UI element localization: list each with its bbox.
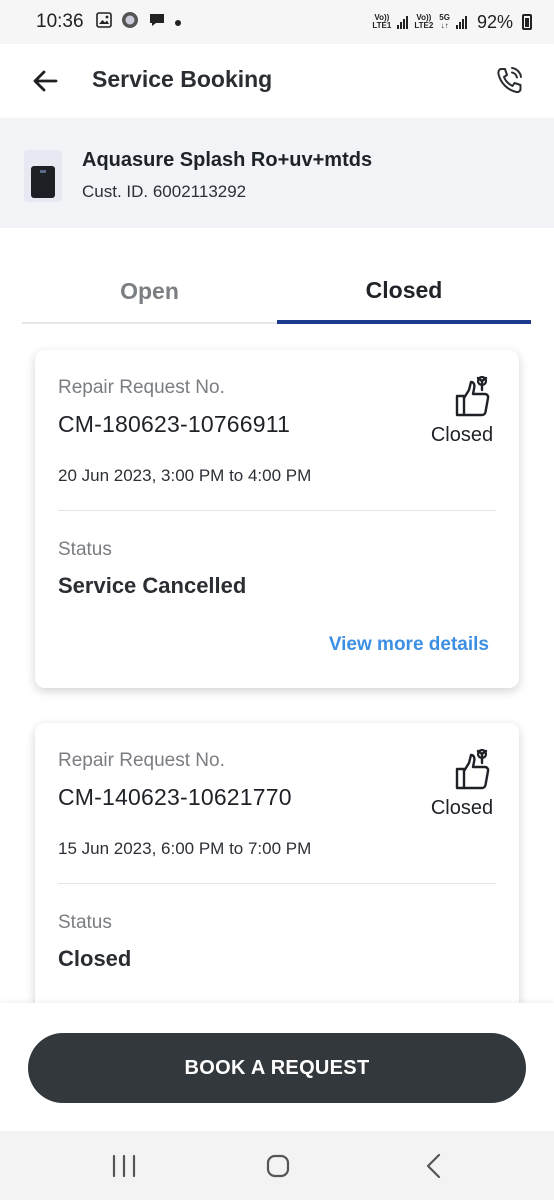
- status-label: Status: [58, 539, 112, 560]
- request-number: CM-140623-10621770: [58, 784, 292, 810]
- arrow-left-icon: [33, 70, 58, 92]
- status-indicators: Vo)) LTE1 Vo)) LTE2 5G ↓↑ 92%: [372, 12, 532, 33]
- signal-2-icon: [455, 15, 467, 29]
- tab-open[interactable]: Open: [22, 260, 277, 324]
- app-notification-icon: [121, 11, 139, 34]
- home-icon: [266, 1154, 290, 1178]
- request-date: 15 Jun 2023, 6:00 PM to 7:00 PM: [58, 839, 312, 858]
- network-type-indicator: 5G ↓↑: [439, 13, 450, 30]
- chat-notification-icon: [148, 12, 166, 33]
- request-date: 20 Jun 2023, 3:00 PM to 4:00 PM: [58, 466, 312, 485]
- request-number-label: Repair Request No.: [58, 750, 225, 771]
- call-button[interactable]: [494, 64, 526, 98]
- status-tabs: Open Closed: [22, 260, 531, 324]
- request-card[interactable]: Repair Request No. CM-180623-10766911 Cl…: [35, 350, 519, 688]
- dot-icon: [174, 13, 181, 31]
- tab-closed[interactable]: Closed: [277, 260, 531, 324]
- signal-1-icon: [397, 15, 409, 29]
- sim2-label: LTE2: [414, 21, 434, 30]
- repair-thumbs-up-icon: [453, 375, 493, 418]
- bottom-action-bar: BOOK A REQUEST: [0, 1003, 554, 1131]
- battery-icon: [522, 14, 532, 30]
- divider: [58, 883, 496, 884]
- status-value: Closed: [58, 946, 132, 971]
- view-more-details-link[interactable]: View more details: [329, 634, 489, 656]
- recent-apps-icon: [112, 1154, 136, 1178]
- status-badge: Closed: [430, 797, 494, 819]
- customer-id: Cust. ID. 6002113292: [82, 182, 247, 201]
- sim2-indicator: Vo)) LTE2: [414, 13, 434, 30]
- recent-apps-button[interactable]: [104, 1151, 144, 1181]
- back-button[interactable]: [30, 66, 64, 96]
- system-nav-bar: [0, 1131, 554, 1200]
- request-number-label: Repair Request No.: [58, 377, 225, 398]
- status-badge: Closed: [430, 424, 494, 446]
- status-bar: 10:36 Vo)) LTE1 Vo)) LTE2 5G ↓↑ 92%: [0, 0, 554, 44]
- back-nav-button[interactable]: [414, 1151, 454, 1181]
- status-time: 10:36: [36, 11, 84, 32]
- sim1-indicator: Vo)) LTE1: [372, 13, 392, 30]
- product-name: Aquasure Splash Ro+uv+mtds: [82, 149, 373, 171]
- divider: [58, 510, 496, 511]
- status-value: Service Cancelled: [58, 573, 247, 598]
- request-card[interactable]: Repair Request No. CM-140623-10621770 Cl…: [35, 723, 519, 1023]
- chevron-left-icon: [426, 1153, 441, 1179]
- app-header: Service Booking: [0, 44, 554, 118]
- request-number: CM-180623-10766911: [58, 411, 291, 437]
- home-button[interactable]: [258, 1151, 298, 1181]
- book-request-button[interactable]: BOOK A REQUEST: [28, 1033, 526, 1103]
- phone-call-icon: [497, 67, 522, 94]
- water-purifier-image: [22, 148, 64, 204]
- status-label: Status: [58, 912, 112, 933]
- repair-thumbs-up-icon: [453, 748, 493, 791]
- gallery-notification-icon: [95, 11, 112, 33]
- sim1-label: LTE1: [372, 21, 392, 30]
- battery-percent: 92%: [476, 11, 513, 32]
- product-summary: Aquasure Splash Ro+uv+mtds Cust. ID. 600…: [0, 118, 554, 228]
- page-title: Service Booking: [92, 66, 273, 92]
